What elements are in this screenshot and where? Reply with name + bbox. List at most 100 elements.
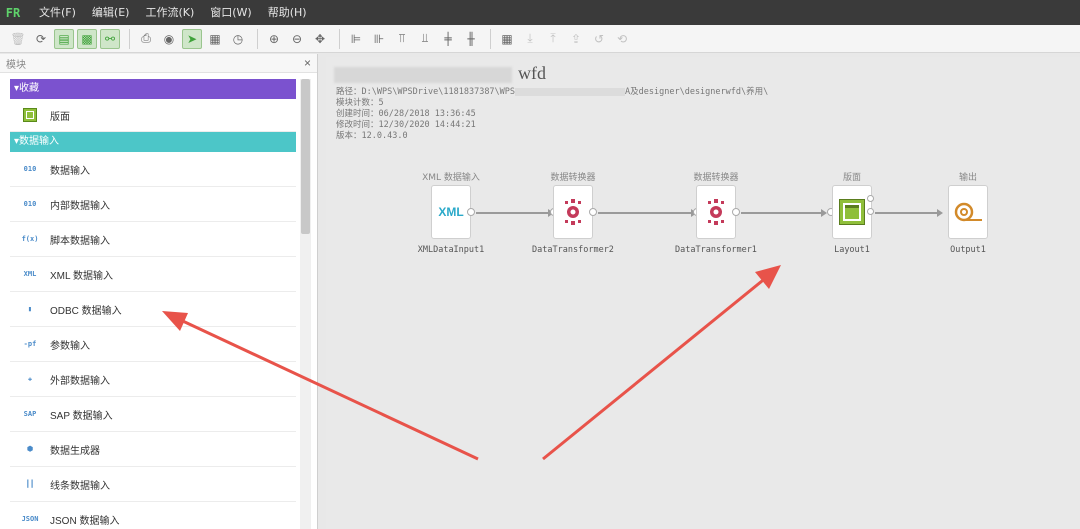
upload-alt-icon[interactable]: ⇪ [566,29,586,49]
print-icon[interactable]: ⎙ [136,29,156,49]
list-item-label: 版面 [50,111,70,123]
meta-version: 版本：12.0.43.0 [336,131,408,141]
list-item[interactable]: 版面 [10,99,296,132]
redacted-title [334,66,512,83]
output-port[interactable] [732,208,740,216]
odbc-data-icon: ▮ [27,305,33,313]
module-panel: 模块 × ▾收藏 版面 ▾数据输入 010 数据输入 010 内部数据输入 f(… [0,54,318,529]
list-item[interactable]: 010 内部数据输入 [10,187,296,222]
list-item[interactable]: ✚ 外部数据输入 [10,362,296,397]
list-item-label: 数据生成器 [50,445,100,457]
scrollbar[interactable] [300,79,311,529]
list-item-label: 线条数据输入 [50,480,110,492]
toolbar-separator [257,28,258,49]
workflow-node-layout[interactable] [832,185,872,239]
connection-line [476,212,548,214]
list-item[interactable]: ⬢ 数据生成器 [10,432,296,467]
toolbar-separator [339,28,340,49]
zoom-out-icon[interactable]: ⊖ [287,29,307,49]
list-item-label: ODBC 数据输入 [50,305,122,317]
menu-window[interactable]: 窗口(W) [202,0,259,25]
align-left-icon[interactable]: ⊫ [346,29,366,49]
image-view-icon[interactable]: ▩ [77,28,97,49]
json-data-icon: JSON [21,515,39,523]
list-item[interactable]: ┃┃ 线条数据输入 [10,467,296,502]
script-data-icon: f(x) [21,235,39,243]
line-data-icon: ┃┃ [25,480,35,488]
meta-modified: 修改时间：12/30/2020 14:44:21 [336,120,476,130]
section-data-input[interactable]: ▾数据输入 [10,132,296,152]
select-pointer-icon[interactable]: ➤ [182,28,202,49]
list-item[interactable]: f(x) 脚本数据输入 [10,222,296,257]
meta-module-count: 模块计数：5 [336,98,384,108]
list-item[interactable]: ▮ ODBC 数据输入 [10,292,296,327]
table-icon[interactable]: ▦ [497,29,517,49]
param-input-icon: -pf [23,340,37,348]
node-name-label: DataTransformer1 [675,245,757,255]
list-item[interactable]: SAP SAP 数据输入 [10,397,296,432]
transformer-icon [565,199,581,225]
close-icon[interactable]: × [304,56,311,70]
clock-icon[interactable]: ◷ [228,29,248,49]
sap-data-icon: SAP [23,410,37,418]
module-view-icon[interactable]: ▤ [54,28,74,49]
preview-icon[interactable]: ◉ [159,29,179,49]
data-generator-icon: ⬢ [26,445,34,453]
workflow-node-output[interactable] [948,185,988,239]
redacted-path [515,87,626,96]
zoom-in-icon[interactable]: ⊕ [264,29,284,49]
upload-icon[interactable]: ⤒ [543,29,563,49]
node-type-label: 输出 [958,173,977,183]
menu-workflow[interactable]: 工作流(K) [137,0,202,25]
node-type-label: 数据转换器 [550,173,596,183]
list-item[interactable]: JSON JSON 数据输入 [10,502,296,529]
layout-icon [22,107,38,123]
scroll-thumb[interactable] [301,79,310,234]
align-center-v-icon[interactable]: ╫ [461,29,481,49]
list-item-label: 参数输入 [50,340,90,352]
download-icon[interactable]: ⤓ [520,29,540,49]
connection-line [741,212,822,214]
link-view-icon[interactable]: ⚯ [100,28,120,49]
align-bottom-icon[interactable]: ⫫ [415,29,435,49]
list-item-label: 外部数据输入 [50,375,110,387]
section-favorites[interactable]: ▾收藏 [10,79,296,99]
panel-title: 模块 [6,59,26,71]
connection-line [875,212,938,214]
internal-data-icon: 010 [23,200,37,208]
list-item[interactable]: XML XML 数据输入 [10,257,296,292]
output-icon [954,202,982,222]
align-top-icon[interactable]: ⫪ [392,29,412,49]
node-name-label: Layout1 [834,245,870,255]
menu-file[interactable]: 文件(F) [31,0,84,25]
refresh-icon[interactable]: ⟳ [31,29,51,49]
document-title: wfd [334,63,546,84]
xml-data-icon: XML [23,270,37,278]
undo-icon[interactable]: ↺ [589,29,609,49]
output-port[interactable] [467,208,475,216]
list-item[interactable]: -pf 参数输入 [10,327,296,362]
node-type-label: XML 数据输入 [422,173,480,183]
history-icon[interactable]: ⟲ [612,29,632,49]
output-port[interactable] [867,195,874,202]
align-center-h-icon[interactable]: ╪ [438,29,458,49]
delete-icon[interactable]: 🗑 [8,29,28,49]
move-icon[interactable]: ✥ [310,29,330,49]
meta-created: 创建时间：06/28/2018 13:36:45 [336,109,476,119]
grid-icon[interactable]: ▦ [205,29,225,49]
align-right-icon[interactable]: ⊪ [369,29,389,49]
menu-edit[interactable]: 编辑(E) [84,0,138,25]
panel-header: 模块 × [0,54,317,73]
output-port[interactable] [867,208,874,215]
transformer-icon [708,199,724,225]
toolbar-separator [129,28,130,49]
workflow-node-xml-input[interactable]: XML [431,185,471,239]
node-name-label: DataTransformer2 [532,245,614,255]
output-port[interactable] [589,208,597,216]
workflow-node-transformer-1[interactable] [696,185,736,239]
list-item[interactable]: 010 数据输入 [10,152,296,187]
workflow-node-transformer-2[interactable] [553,185,593,239]
menu-help[interactable]: 帮助(H) [260,0,315,25]
workflow-canvas[interactable]: wfd 路径：D:\WPS\WPSDrive\1181837387\WPS A及d… [326,57,1080,529]
toolbar: 🗑 ⟳ ▤ ▩ ⚯ ⎙ ◉ ➤ ▦ ◷ ⊕ ⊖ ✥ ⊫ ⊪ ⫪ ⫫ ╪ ╫ ▦ … [0,25,1080,53]
